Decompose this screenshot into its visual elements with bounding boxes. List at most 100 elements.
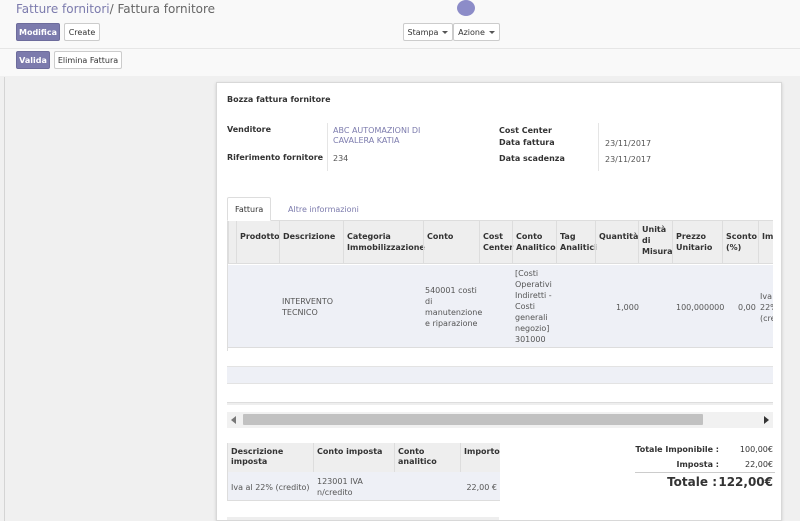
header-description[interactable]: Descrizione xyxy=(279,221,343,264)
row-taxes-line3: (cre xyxy=(760,314,773,323)
vendor-ref-label: Riferimento fornitore xyxy=(227,153,324,162)
invoice-date-label: Data fattura xyxy=(499,138,555,147)
header-category-line2: Immobilizzazione xyxy=(347,243,425,252)
header-uom-line1: Unità xyxy=(642,225,667,234)
tax-table-footer xyxy=(227,517,499,520)
row-analytic-line2: Operativi xyxy=(515,280,552,289)
tax-header-description[interactable]: Descrizione imposta xyxy=(228,443,314,472)
edit-button[interactable]: Modifica xyxy=(16,23,60,41)
field-divider xyxy=(598,123,599,171)
validate-button[interactable]: Valida xyxy=(16,51,50,69)
row-account-line4: e riparazione xyxy=(425,319,478,328)
delete-invoice-button[interactable]: Elimina Fattura xyxy=(54,51,122,69)
due-date-value: 23/11/2017 xyxy=(605,155,652,164)
create-button[interactable]: Create xyxy=(64,23,100,41)
tax-row-account-line1: 123001 IVA xyxy=(317,477,363,486)
row-account-line1: 540001 costi xyxy=(425,286,477,295)
header-spacer xyxy=(228,221,236,264)
row-analytic-line6: negozio] xyxy=(515,324,550,333)
row-account-line2: di xyxy=(425,297,433,306)
tax-row-amount: 22,00 € xyxy=(466,483,497,492)
tax-row-description: Iva al 22% (credito) xyxy=(231,483,310,492)
header-uom-line3: Misura xyxy=(642,247,673,256)
header-analytic-tags[interactable]: Tag Analitici xyxy=(556,221,597,264)
row-description-line2: TECNICO xyxy=(282,308,318,317)
header-cost-center-line1: Cost xyxy=(483,232,503,241)
header-price-line1: Prezzo xyxy=(676,232,707,241)
row-description: INTERVENTO TECNICO xyxy=(282,296,333,318)
untaxed-amount-label: Totale Imponibile : xyxy=(635,445,719,454)
total-label: Totale : xyxy=(667,475,717,489)
row-analytic-line4: Costi xyxy=(515,302,536,311)
row-quantity: 1,000 xyxy=(616,303,639,312)
tab-invoice[interactable]: Fattura xyxy=(227,197,272,221)
horizontal-scrollbar[interactable] xyxy=(227,412,773,428)
print-label: Stampa xyxy=(407,27,439,37)
row-unit-price: 100,000000 xyxy=(676,303,725,312)
table-header: Prodotto Descrizione Categoria Immobilizz… xyxy=(228,221,773,264)
header-discount-line2: (%) xyxy=(726,243,742,252)
header-quantity[interactable]: Quantità xyxy=(595,221,638,264)
table-footer xyxy=(227,402,773,405)
header-unit-price[interactable]: Prezzo Unitario xyxy=(672,221,722,264)
header-discount-line1: Sconto xyxy=(726,232,758,241)
row-taxes: Iva 22% (cre xyxy=(760,291,773,324)
field-divider xyxy=(327,123,328,171)
print-dropdown[interactable]: Stampa xyxy=(403,23,453,41)
header-analytic-account[interactable]: Conto Analitico xyxy=(512,221,556,264)
tax-header-description-line2: imposta xyxy=(231,457,268,466)
tax-row-account-line2: n/credito xyxy=(317,488,353,497)
header-analytic-line1: Conto xyxy=(516,232,543,241)
tax-header-account[interactable]: Conto imposta xyxy=(314,443,395,472)
tax-amount-value: 22,00€ xyxy=(745,460,773,469)
caret-down-icon xyxy=(488,30,495,34)
caret-down-icon xyxy=(442,30,449,34)
tax-lines-table: Descrizione imposta Conto imposta Conto an… xyxy=(227,443,500,501)
tax-header-amount[interactable]: Importo xyxy=(461,443,500,472)
table-row[interactable]: INTERVENTO TECNICO 540001 costi di manutenz… xyxy=(228,265,773,348)
vendor-ref-value: 234 xyxy=(333,154,349,163)
header-tags-line1: Tag xyxy=(560,232,576,241)
status-bar: Valida Elimina Fattura xyxy=(0,48,800,76)
header-uom[interactable]: Unità di Misura xyxy=(638,221,673,264)
header-cost-center-line2: Center xyxy=(483,243,514,252)
tax-header-analytic[interactable]: Conto analitico xyxy=(395,443,461,472)
row-analytic-line3: Indiretti - xyxy=(515,291,552,300)
header-discount[interactable]: Sconto (%) xyxy=(722,221,758,264)
tax-row-account: 123001 IVA n/credito xyxy=(317,476,363,498)
row-taxes-line1: Iva xyxy=(760,292,772,301)
table-empty-row[interactable] xyxy=(227,366,773,384)
table-row[interactable]: Iva al 22% (credito) 123001 IVA n/credito… xyxy=(228,472,500,501)
row-account: 540001 costi di manutenzione e riparazione xyxy=(425,285,482,329)
row-analytic-line5: generali xyxy=(515,313,548,322)
row-analytic-line7: 301000 xyxy=(515,335,546,344)
invoice-date-value: 23/11/2017 xyxy=(605,139,652,148)
cost-center-label: Cost Center xyxy=(499,126,552,135)
scroll-right-arrow-icon[interactable] xyxy=(764,416,769,424)
loading-spinner-icon xyxy=(457,0,475,16)
vendor-label: Venditore xyxy=(227,125,272,134)
totals-divider xyxy=(635,472,775,473)
tax-header-description-line1: Descrizione xyxy=(231,447,284,456)
header-cost-center[interactable]: Cost Center xyxy=(479,221,514,264)
header-account[interactable]: Conto xyxy=(423,221,479,264)
tax-header-analytic-line1: Conto xyxy=(398,447,425,456)
breadcrumb-current: Fattura fornitore xyxy=(117,2,216,16)
tab-other-info[interactable]: Altre informazioni xyxy=(281,197,366,221)
untaxed-amount-value: 100,00€ xyxy=(739,445,773,454)
breadcrumb-parent[interactable]: Fatture fornitori xyxy=(16,2,110,16)
scroll-left-arrow-icon[interactable] xyxy=(231,416,236,424)
form-sheet: Bozza fattura fornitore Venditore ABC AU… xyxy=(216,82,782,521)
scrollbar-thumb[interactable] xyxy=(243,414,703,425)
header-uom-line2: di xyxy=(642,236,651,245)
total-value: 122,00€ xyxy=(718,475,773,489)
header-category[interactable]: Categoria Immobilizzazione xyxy=(343,221,425,264)
breadcrumb-separator: / xyxy=(109,2,114,16)
row-description-line1: INTERVENTO xyxy=(282,297,334,306)
row-analytic-account: [Costi Operativi Indiretti - Costi generali n… xyxy=(515,268,552,345)
action-dropdown[interactable]: Azione xyxy=(453,23,500,41)
header-taxes[interactable]: Im xyxy=(758,221,773,264)
vendor-link[interactable]: ABC AUTOMAZIONI DI CAVALERA KATIA xyxy=(333,126,420,145)
row-account-line3: manutenzione xyxy=(425,308,483,317)
header-product[interactable]: Prodotto xyxy=(236,221,280,264)
